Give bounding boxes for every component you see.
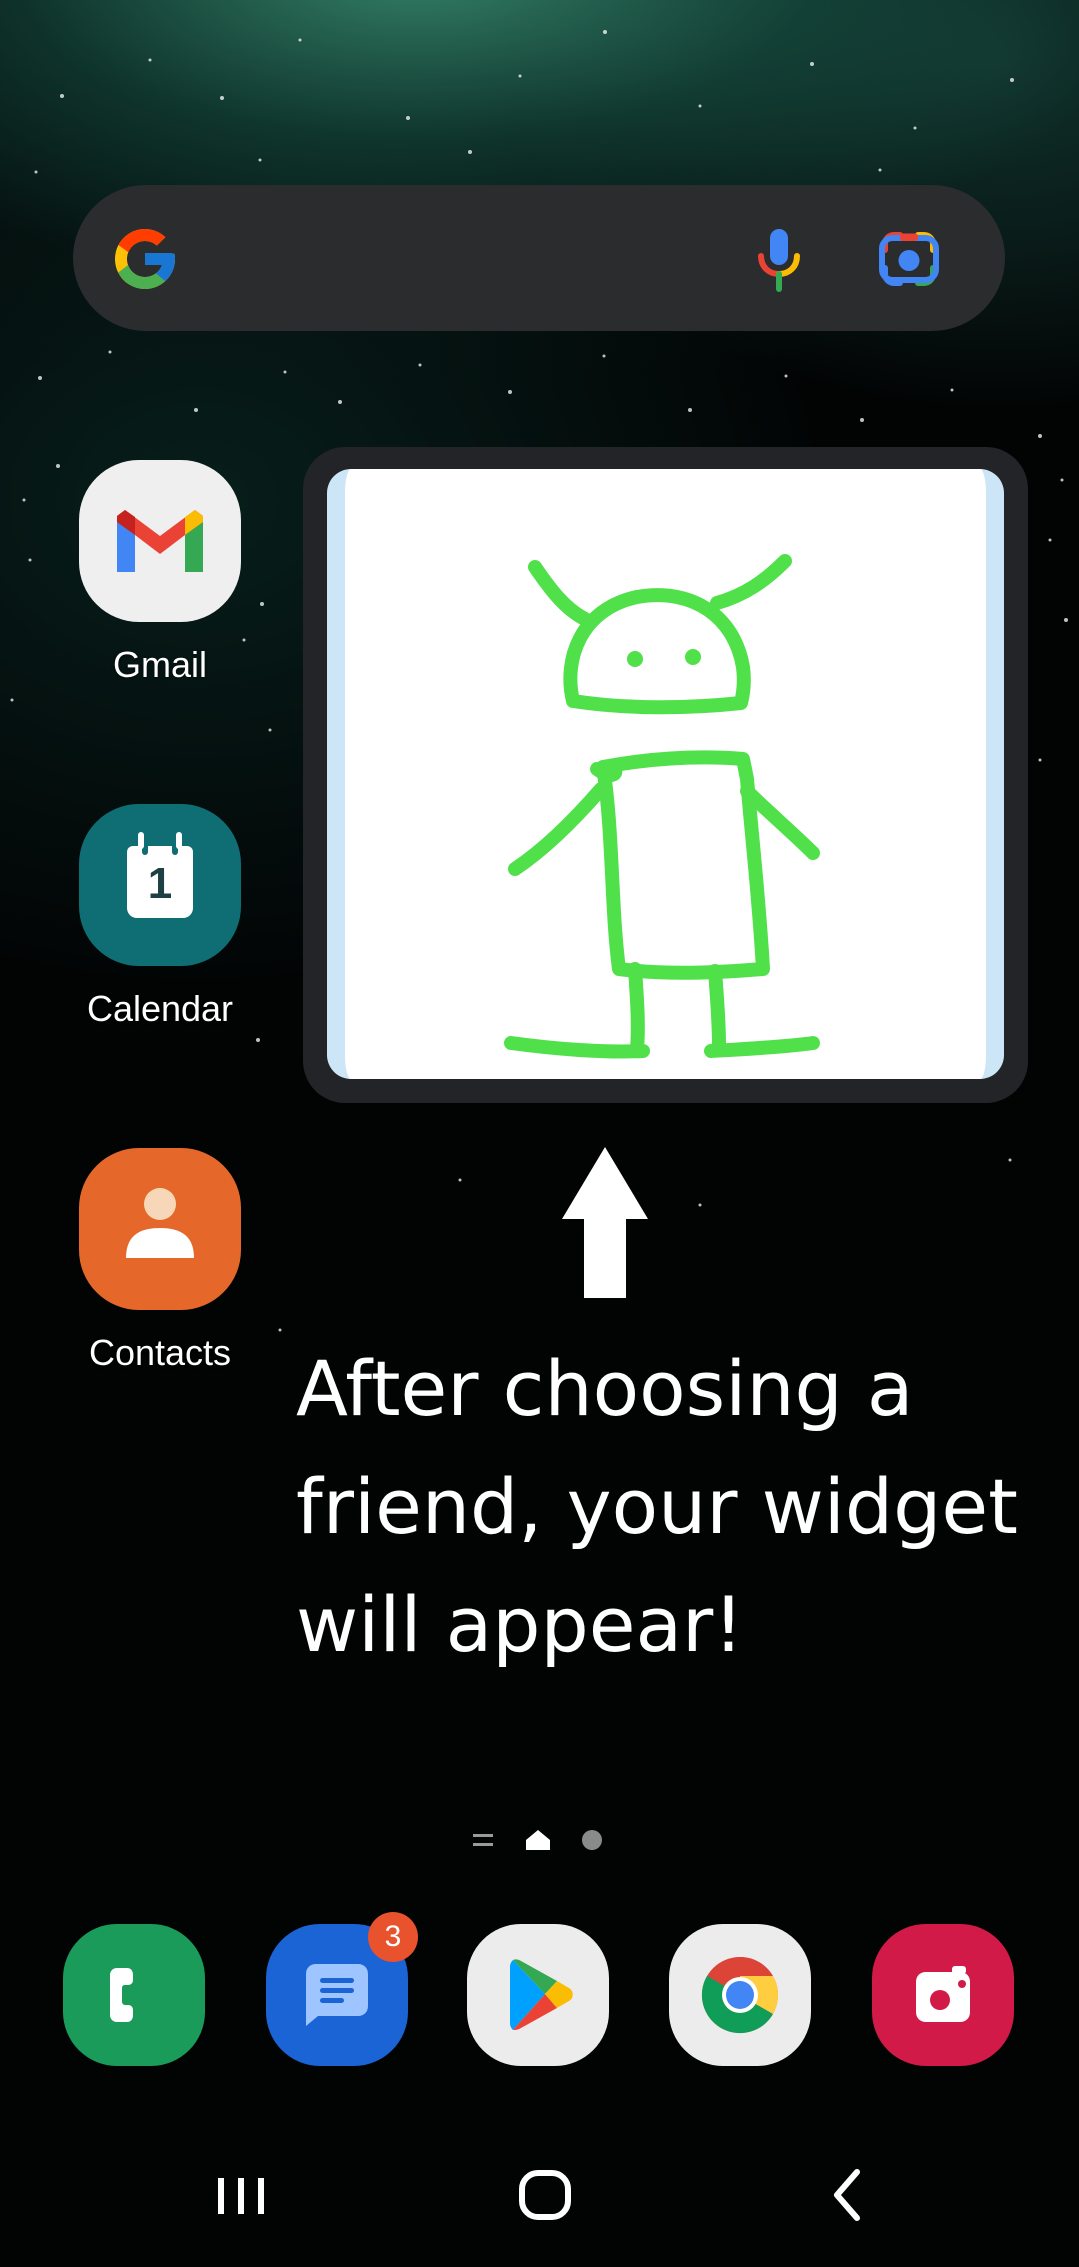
google-logo-icon	[115, 229, 175, 289]
hint-line: will appear!	[296, 1580, 744, 1669]
microphone-icon[interactable]	[743, 223, 815, 295]
page-list-icon	[473, 1834, 493, 1846]
google-search-bar[interactable]	[73, 185, 1005, 331]
page-dot-icon	[582, 1830, 602, 1850]
page-home-icon	[526, 1830, 550, 1850]
gmail-icon	[79, 460, 241, 622]
friend-widget[interactable]	[303, 447, 1028, 1103]
android-drawing	[504, 554, 820, 1059]
phone-icon	[110, 1968, 133, 2022]
calendar-date: 1	[147, 859, 173, 908]
app-label: Calendar	[86, 988, 234, 1029]
widget-drawing	[327, 469, 1004, 1079]
page-indicator[interactable]	[470, 1820, 610, 1860]
dock-messages[interactable]: 3	[266, 1912, 418, 2066]
back-icon[interactable]	[800, 2150, 890, 2240]
dock-chrome[interactable]	[669, 1924, 811, 2066]
home-icon[interactable]	[500, 2150, 590, 2240]
app-label: Contacts	[88, 1332, 232, 1373]
widget-hint-text: After choosing a friend, your widget wil…	[296, 1330, 1066, 1684]
unread-badge: 3	[368, 1912, 418, 1962]
calendar-icon: 1	[79, 804, 241, 966]
app-contacts[interactable]: Contacts	[60, 1148, 260, 1374]
dock-camera[interactable]	[872, 1924, 1014, 2066]
app-label: Gmail	[112, 644, 207, 685]
camera-icon	[916, 1966, 970, 2022]
hint-line: friend, your widget	[296, 1462, 1018, 1551]
play-store-icon	[510, 1959, 573, 2030]
hint-line: After choosing a	[296, 1344, 914, 1433]
app-calendar[interactable]: 1 Calendar	[60, 804, 260, 1030]
up-arrow-icon	[562, 1147, 648, 1298]
app-gmail[interactable]: Gmail	[60, 460, 260, 686]
recents-icon[interactable]	[196, 2150, 286, 2240]
contacts-icon	[79, 1148, 241, 1310]
chrome-icon	[701, 1956, 779, 2034]
dock-play-store[interactable]	[467, 1924, 609, 2066]
dock-phone[interactable]	[63, 1924, 205, 2066]
google-lens-icon[interactable]	[873, 223, 945, 295]
home-screen: Gmail 1 Calendar Contacts After choosing…	[0, 0, 1079, 2267]
